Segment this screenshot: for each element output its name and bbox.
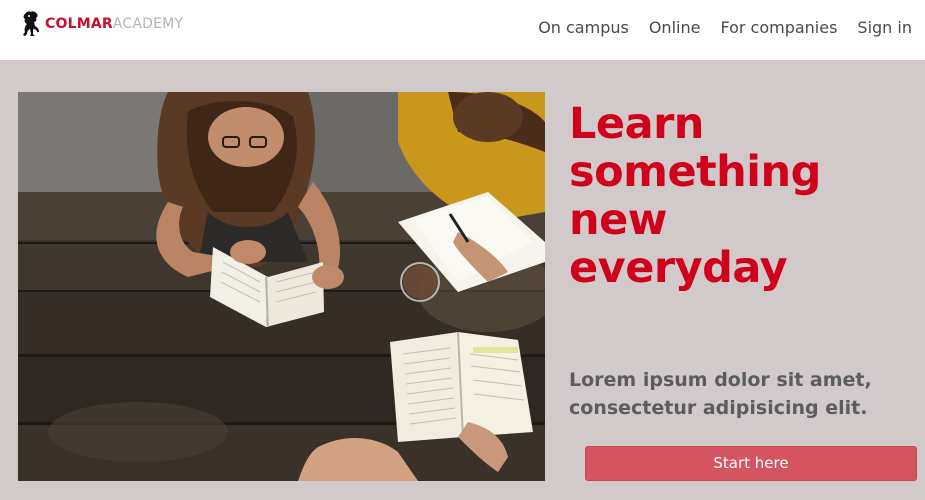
headline-line: Learn [569,99,704,149]
brand-name-light: ACADEMY [112,16,184,32]
site-header: COLMARACADEMY On campus Online For compa… [0,0,925,60]
nav-online[interactable]: Online [649,17,701,39]
subtext-line: Lorem ipsum dolor sit amet, [569,369,872,391]
main-nav: On campus Online For companies Sign in [538,17,912,39]
hero-photo [18,92,545,481]
brand-name-strong: COLMAR [45,16,113,32]
start-here-button[interactable]: Start here [585,446,917,481]
nav-sign-in[interactable]: Sign in [857,17,912,39]
nav-for-companies[interactable]: For companies [720,17,837,39]
students-studying-photo [18,92,545,481]
brand-wordmark: COLMARACADEMY [45,10,183,38]
lion-crest-icon [23,11,39,36]
brand-logo[interactable]: COLMARACADEMY [20,10,183,38]
headline-line: new [569,195,668,245]
headline-line: something [569,147,821,197]
headline-line: everyday [569,243,788,293]
hero-headline: Learn something new everyday [569,100,919,292]
hero-subtext: Lorem ipsum dolor sit amet, consectetur … [569,366,924,422]
nav-on-campus[interactable]: On campus [538,17,629,39]
subtext-line: consectetur adipisicing elit. [569,397,868,419]
